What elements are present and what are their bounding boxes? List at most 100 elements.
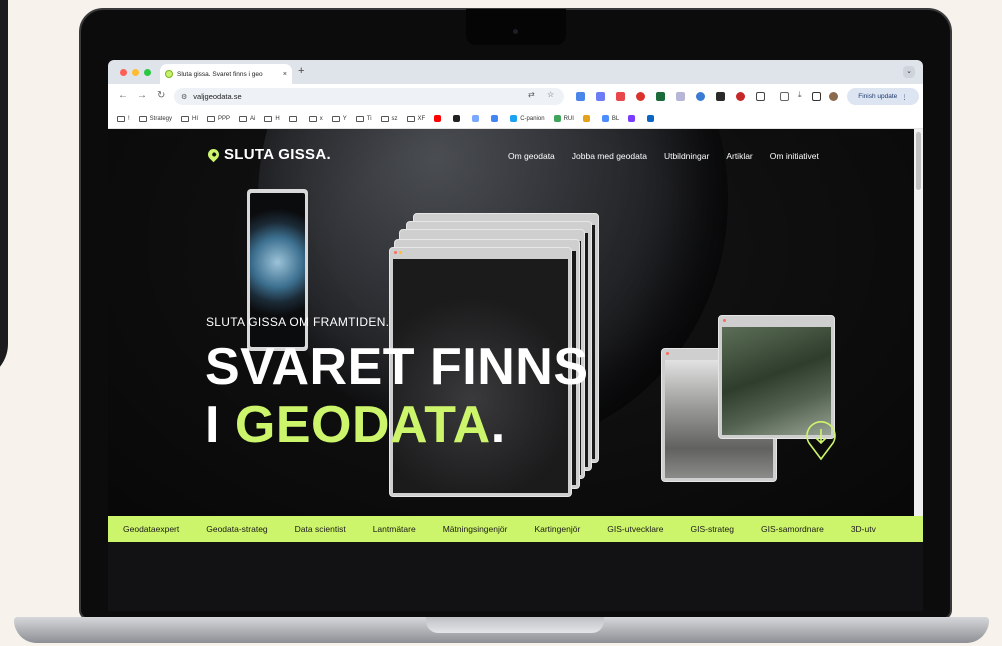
- bookmark-label: sz: [391, 115, 398, 122]
- bookmark-item[interactable]: PPP: [207, 115, 230, 122]
- site-info-icon[interactable]: ⚙: [181, 93, 187, 101]
- bookmark-item[interactable]: RUI: [553, 115, 574, 122]
- avatar[interactable]: [829, 92, 838, 101]
- job-titles-ticker: Geodataexpert Geodata-strateg Data scienti…: [108, 516, 923, 542]
- site-favicon-icon: [510, 115, 518, 122]
- bookmark-item[interactable]: [472, 115, 482, 122]
- extension-icon[interactable]: [596, 92, 605, 101]
- ticker-job-title[interactable]: GIS-strateg: [691, 524, 734, 534]
- bookmark-item[interactable]: !: [117, 115, 130, 122]
- maximize-window-icon[interactable]: [144, 69, 151, 76]
- bookmark-item[interactable]: [491, 115, 501, 122]
- camera-icon: [513, 29, 518, 34]
- bookmark-item[interactable]: XF: [406, 115, 425, 122]
- download-icon[interactable]: ⤓: [798, 90, 802, 100]
- forward-icon[interactable]: →: [137, 89, 147, 103]
- nav-utbildningar[interactable]: Utbildningar: [664, 151, 709, 161]
- bookmark-label: Ai: [250, 115, 256, 122]
- more-vertical-icon: ⋮: [901, 93, 908, 101]
- tab-search-button[interactable]: ⌄: [903, 66, 915, 78]
- bookmark-label: Strategy: [149, 115, 173, 122]
- folder-icon: [117, 115, 125, 122]
- url-text: valjgeodata.se: [193, 92, 242, 101]
- site-favicon-icon: [601, 115, 609, 122]
- folder-icon: [181, 115, 190, 122]
- ticker-job-title[interactable]: GIS-utvecklare: [607, 524, 663, 534]
- nav-om-geodata[interactable]: Om geodata: [508, 151, 555, 161]
- tab-close-icon[interactable]: ×: [283, 71, 287, 78]
- bookmark-item[interactable]: C-panion: [510, 115, 545, 122]
- extension-icon[interactable]: [636, 92, 645, 101]
- bookmark-item[interactable]: [453, 115, 463, 122]
- extensions-puzzle-icon[interactable]: [756, 92, 765, 101]
- bookmark-star-icon[interactable]: ☆: [547, 90, 554, 99]
- site-logo[interactable]: SLUTA GISSA.: [205, 146, 331, 163]
- ticker-job-title[interactable]: GIS-samordnare: [761, 524, 824, 534]
- bookmark-item[interactable]: HI: [181, 115, 198, 122]
- bookmark-item[interactable]: H: [264, 115, 280, 122]
- ticker-job-title[interactable]: 3D-utv: [851, 524, 876, 534]
- bookmark-item[interactable]: Ti: [355, 115, 372, 122]
- bookmark-item[interactable]: [434, 115, 444, 122]
- extension-icon[interactable]: [696, 92, 705, 101]
- bookmark-item[interactable]: Strategy: [138, 115, 173, 122]
- bookmark-item[interactable]: x: [308, 115, 323, 122]
- extension-icon[interactable]: [676, 92, 685, 101]
- close-window-icon[interactable]: [120, 69, 127, 76]
- bookmark-item[interactable]: BL: [601, 115, 620, 122]
- hero-heading-suffix: .: [490, 396, 506, 454]
- folder-icon: [138, 115, 147, 122]
- folder-icon: [264, 115, 273, 122]
- bookmark-item[interactable]: [628, 115, 638, 122]
- tab-active[interactable]: Sluta gissa. Svaret finns i geo ×: [160, 64, 292, 84]
- nav-artiklar[interactable]: Artiklar: [726, 151, 752, 161]
- browser-window: Sluta gissa. Svaret finns i geo × + ⌄ ← …: [108, 60, 923, 542]
- bookmark-item[interactable]: [288, 115, 300, 122]
- bookmark-item[interactable]: sz: [380, 115, 398, 122]
- finish-update-button[interactable]: Finish update ⋮: [847, 88, 919, 105]
- folder-icon: [288, 115, 297, 122]
- minimize-window-icon[interactable]: [132, 69, 139, 76]
- site-favicon-icon: [553, 115, 561, 122]
- folder-icon: [308, 115, 317, 122]
- ticker-job-title[interactable]: Geodata-strateg: [206, 524, 267, 534]
- ticker-job-title[interactable]: Geodataexpert: [123, 524, 179, 534]
- new-tab-button[interactable]: +: [298, 65, 304, 77]
- bookmark-item[interactable]: Y: [331, 115, 347, 122]
- reload-icon[interactable]: ↻: [157, 89, 165, 103]
- page-scrollbar[interactable]: [914, 129, 923, 516]
- folder-icon: [207, 115, 216, 122]
- scrollbar-thumb[interactable]: [916, 132, 921, 190]
- nav-jobba-med-geodata[interactable]: Jobba med geodata: [572, 151, 647, 161]
- back-icon[interactable]: ←: [118, 89, 128, 103]
- hero-heading-prefix: I: [205, 396, 235, 454]
- extension-icon[interactable]: [576, 92, 585, 101]
- address-bar[interactable]: ⚙ valjgeodata.se: [174, 88, 564, 105]
- pocket-icon[interactable]: [616, 92, 625, 101]
- translate-icon[interactable]: ⇄: [528, 90, 535, 99]
- ticker-job-title[interactable]: Lantmätare: [373, 524, 416, 534]
- scroll-down-pin-icon[interactable]: [805, 421, 837, 461]
- site-favicon-icon: [491, 115, 499, 122]
- bookmark-item[interactable]: Ai: [239, 115, 256, 122]
- reading-list-icon[interactable]: [780, 92, 789, 101]
- bookmark-label: BL: [611, 115, 620, 122]
- ticker-job-title[interactable]: Data scientist: [295, 524, 346, 534]
- ticker-job-title[interactable]: Kartingenjör: [534, 524, 580, 534]
- side-panel-icon[interactable]: [812, 92, 821, 101]
- folder-icon: [406, 115, 415, 122]
- ticker-job-title[interactable]: Mätningsingenjör: [443, 524, 508, 534]
- bookmark-item[interactable]: [582, 115, 593, 122]
- folder-icon: [355, 115, 364, 122]
- extension-icon[interactable]: [736, 92, 745, 101]
- extension-icon[interactable]: [716, 92, 725, 101]
- tab-title: Sluta gissa. Svaret finns i geo: [177, 70, 263, 78]
- nav-om-initiativet[interactable]: Om initiativet: [770, 151, 819, 161]
- site-favicon-icon: [434, 115, 442, 122]
- browser-toolbar: ← → ↻ ⚙ valjgeodata.se ⇄ ☆ ⤓ Finish upda…: [108, 84, 923, 109]
- bookmark-item[interactable]: [647, 115, 657, 122]
- extension-icon[interactable]: [656, 92, 665, 101]
- hero-heading-line-2: I GEODATA.: [205, 399, 506, 451]
- bookmark-label: Ti: [366, 115, 372, 122]
- bookmark-label: C-panion: [520, 115, 545, 122]
